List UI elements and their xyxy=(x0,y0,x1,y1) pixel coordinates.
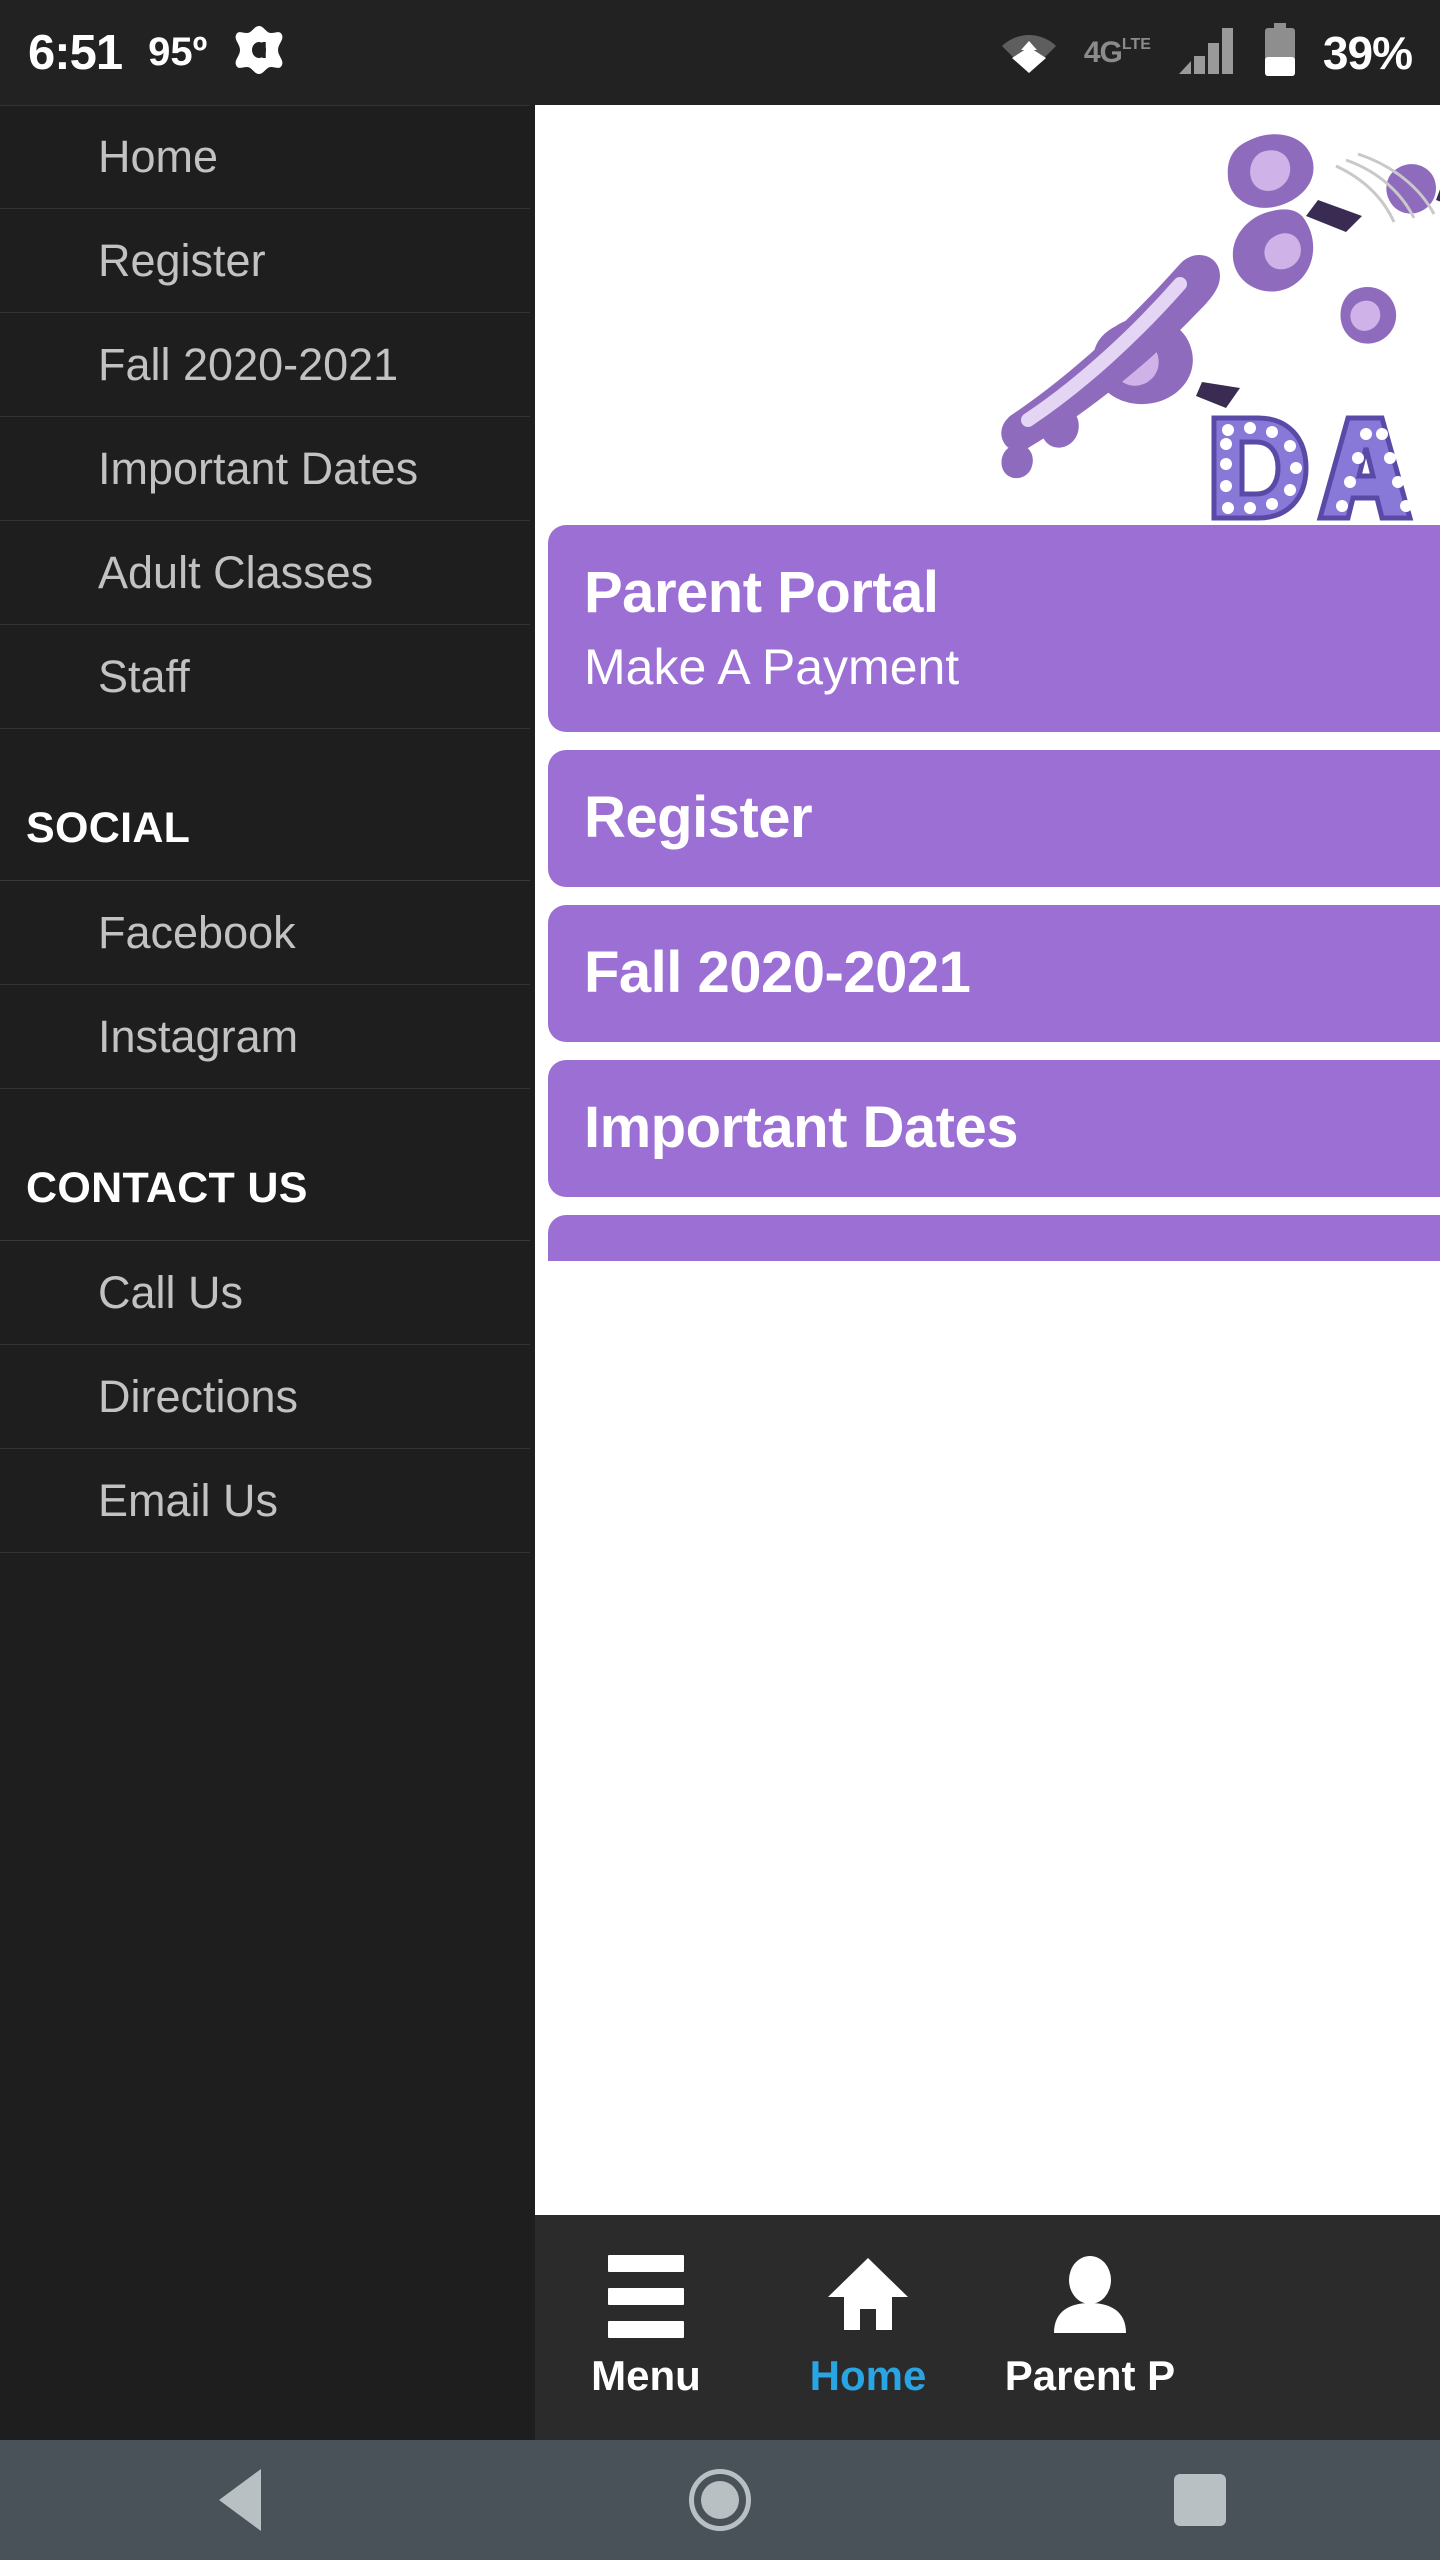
tab-label: Menu xyxy=(591,2352,701,2399)
status-bar-right: 4G LTE 39% xyxy=(1000,23,1413,82)
drawer-item-register[interactable]: Register xyxy=(0,209,530,313)
drawer-item-directions[interactable]: Directions xyxy=(0,1345,530,1449)
drawer-item-email-us[interactable]: Email Us xyxy=(0,1449,530,1553)
dance-studio-logo xyxy=(1001,134,1440,521)
drawer-item-label: Important Dates xyxy=(98,442,419,494)
home-icon xyxy=(826,2255,910,2338)
drawer-item-fall-2020-2021[interactable]: Fall 2020-2021 xyxy=(0,313,530,417)
tab-label: Home xyxy=(809,2352,927,2399)
android-navigation-bar xyxy=(0,2440,1440,2560)
quick-link-parent-portal[interactable]: Parent Portal Make A Payment xyxy=(548,525,1440,732)
android-recents-button[interactable] xyxy=(960,2474,1440,2526)
person-icon xyxy=(1052,2255,1128,2338)
drawer-item-label: Email Us xyxy=(98,1474,279,1526)
status-bar-left: 6:51 95º xyxy=(28,24,285,81)
drawer-item-label: Instagram xyxy=(98,1010,299,1062)
wifi-icon xyxy=(1000,27,1058,78)
quick-link-title: Fall 2020-2021 xyxy=(584,940,971,1005)
temperature: 95º xyxy=(148,30,208,74)
tab-menu[interactable]: Menu xyxy=(535,2215,757,2440)
drawer-item-label: Staff xyxy=(98,650,190,702)
home-circle-icon xyxy=(689,2469,751,2531)
drawer-item-instagram[interactable]: Instagram xyxy=(0,985,530,1089)
tab-parent-portal[interactable]: Parent P xyxy=(979,2215,1201,2440)
drawer-item-staff[interactable]: Staff xyxy=(0,625,530,729)
hamburger-icon xyxy=(608,2255,684,2338)
quick-link-subtitle: Make A Payment xyxy=(584,639,960,695)
clock: 6:51 xyxy=(28,25,123,80)
phone-screen: 6:51 95º 4G LTE 39% Parent Portal Make A… xyxy=(0,0,1440,2560)
drawer-item-adult-classes[interactable]: Adult Classes xyxy=(0,521,530,625)
bottom-tab-bar: Menu Home Parent P xyxy=(535,2215,1440,2440)
quick-links: Parent Portal Make A Payment Register Fa… xyxy=(535,525,1440,1261)
logo-wordmark xyxy=(1211,415,1414,521)
status-bar: 6:51 95º 4G LTE 39% xyxy=(0,0,1440,105)
quick-link-title: Register xyxy=(584,785,813,850)
drawer-spacer xyxy=(0,1089,530,1137)
quick-link-register[interactable]: Register xyxy=(548,750,1440,887)
tab-label: Parent P xyxy=(1004,2352,1176,2399)
logo-banner xyxy=(535,105,1440,525)
drawer-section-social: SOCIAL xyxy=(0,777,530,881)
drawer-item-label: Adult Classes xyxy=(98,546,374,598)
quick-link-fall-2020-2021[interactable]: Fall 2020-2021 xyxy=(548,905,1440,1042)
drawer-item-label: Facebook xyxy=(98,906,296,958)
quick-link-title: Important Dates xyxy=(584,1095,1019,1160)
battery-icon xyxy=(1263,23,1297,82)
drawer-item-call-us[interactable]: Call Us xyxy=(0,1241,530,1345)
drawer-item-label: Call Us xyxy=(98,1266,244,1318)
network-type-indicator: 4G LTE xyxy=(1083,35,1151,69)
drawer-item-label: Register xyxy=(98,234,266,286)
android-home-button[interactable] xyxy=(480,2469,960,2531)
drawer-spacer xyxy=(0,729,530,777)
drawer-item-label: Fall 2020-2021 xyxy=(98,338,399,390)
tab-home[interactable]: Home xyxy=(757,2215,979,2440)
signal-bars-icon xyxy=(1177,24,1237,81)
drawer-item-important-dates[interactable]: Important Dates xyxy=(0,417,530,521)
quick-link-important-dates[interactable]: Important Dates xyxy=(548,1060,1440,1197)
quick-link-title: Parent Portal xyxy=(584,560,939,625)
drawer-section-contact-us: CONTACT US xyxy=(0,1137,530,1241)
drawer-item-facebook[interactable]: Facebook xyxy=(0,881,530,985)
drawer-footer-strip xyxy=(0,2215,535,2440)
drawer-item-label: Home xyxy=(98,131,219,182)
battery-percentage: 39% xyxy=(1322,26,1413,79)
drawer-item-home[interactable]: Home xyxy=(0,105,530,209)
navigation-drawer[interactable]: Home Register Fall 2020-2021 Important D… xyxy=(0,105,530,2330)
main-content: Parent Portal Make A Payment Register Fa… xyxy=(535,105,1440,2215)
android-back-button[interactable] xyxy=(0,2469,480,2531)
quick-link-partial[interactable] xyxy=(548,1215,1440,1261)
drawer-item-label: Directions xyxy=(98,1370,299,1422)
back-icon xyxy=(219,2469,261,2531)
avast-icon xyxy=(233,24,285,81)
recents-icon xyxy=(1174,2474,1226,2526)
